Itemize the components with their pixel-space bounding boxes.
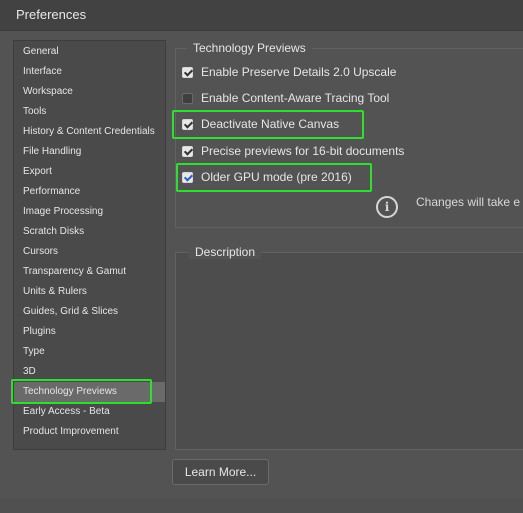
option-deactivate-native-canvas[interactable]: Deactivate Native Canvas xyxy=(182,115,339,133)
sidebar-item-technology-previews[interactable]: Technology Previews xyxy=(14,382,165,402)
window-title: Preferences xyxy=(16,7,87,22)
sidebar-item-guides-grid-slices[interactable]: Guides, Grid & Slices xyxy=(14,302,165,322)
sidebar-item-type[interactable]: Type xyxy=(14,342,165,362)
option-label: Deactivate Native Canvas xyxy=(201,117,340,131)
sidebar-item-performance[interactable]: Performance xyxy=(14,182,165,202)
sidebar-item-product-improvement[interactable]: Product Improvement xyxy=(14,422,165,442)
title-bar: Preferences xyxy=(0,0,523,31)
sidebar-item-interface[interactable]: Interface xyxy=(14,62,165,82)
checkbox-checked-icon[interactable] xyxy=(182,66,193,78)
sidebar-item-image-processing[interactable]: Image Processing xyxy=(14,202,165,222)
sidebar-item-early-access-beta[interactable]: Early Access - Beta xyxy=(14,402,165,422)
sidebar-item-plugins[interactable]: Plugins xyxy=(14,322,165,342)
option-label: Precise previews for 16-bit documents xyxy=(201,144,405,158)
checkbox-unchecked-icon[interactable] xyxy=(182,92,193,104)
description-title: Description xyxy=(189,245,262,259)
sidebar-item-general[interactable]: General xyxy=(14,42,165,62)
sidebar-item-tools[interactable]: Tools xyxy=(14,102,165,122)
sidebar-item-3d[interactable]: 3D xyxy=(14,362,165,382)
info-message: Changes will take e xyxy=(416,195,521,209)
checkbox-checked-icon[interactable] xyxy=(182,145,193,157)
option-preserve-details-upscale[interactable]: Enable Preserve Details 2.0 Upscale xyxy=(182,63,396,81)
sidebar-item-transparency-gamut[interactable]: Transparency & Gamut xyxy=(14,262,165,282)
sidebar-item-units-rulers[interactable]: Units & Rulers xyxy=(14,282,165,302)
option-older-gpu-mode[interactable]: Older GPU mode (pre 2016) xyxy=(182,168,352,186)
sidebar-item-file-handling[interactable]: File Handling xyxy=(14,142,165,162)
checkbox-checked-icon[interactable] xyxy=(182,118,193,130)
checkbox-checked-icon[interactable] xyxy=(182,171,193,183)
option-label: Older GPU mode (pre 2016) xyxy=(201,170,352,184)
option-label: Enable Preserve Details 2.0 Upscale xyxy=(201,65,397,79)
option-precise-previews-16bit[interactable]: Precise previews for 16-bit documents xyxy=(182,142,404,160)
bottom-strip xyxy=(0,498,523,513)
sidebar-item-workspace[interactable]: Workspace xyxy=(14,82,165,102)
technology-previews-group-title: Technology Previews xyxy=(187,41,312,55)
sidebar-item-cursors[interactable]: Cursors xyxy=(14,242,165,262)
sidebar-item-scratch-disks[interactable]: Scratch Disks xyxy=(14,222,165,242)
option-label: Enable Content-Aware Tracing Tool xyxy=(201,91,390,105)
sidebar-item-history-content-credentials[interactable]: History & Content Credentials xyxy=(14,122,165,142)
description-panel xyxy=(175,252,523,450)
preferences-sidebar: General Interface Workspace Tools Histor… xyxy=(13,40,166,450)
info-icon: i xyxy=(376,196,398,218)
option-content-aware-tracing[interactable]: Enable Content-Aware Tracing Tool xyxy=(182,89,389,107)
sidebar-item-export[interactable]: Export xyxy=(14,162,165,182)
learn-more-button[interactable]: Learn More... xyxy=(172,459,269,485)
